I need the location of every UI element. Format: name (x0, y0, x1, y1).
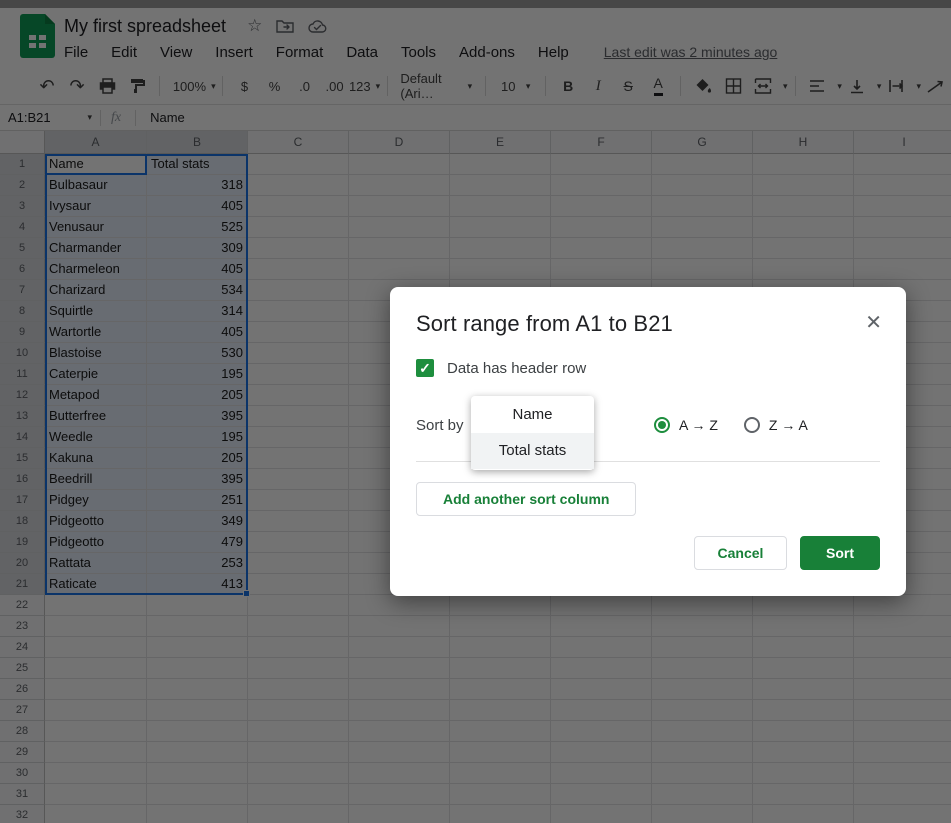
dialog-title: Sort range from A1 to B21 (416, 311, 673, 337)
dropdown-option-total-stats[interactable]: Total stats (471, 433, 594, 469)
radio-z-to-a[interactable] (744, 417, 760, 433)
close-icon[interactable]: ✕ (865, 313, 882, 333)
header-row-checkbox[interactable]: ✓ (416, 359, 434, 377)
sort-button[interactable]: Sort (800, 536, 880, 570)
radio-z-to-a-label: Z → A (769, 417, 808, 433)
cancel-button[interactable]: Cancel (694, 536, 787, 570)
dropdown-option-name[interactable]: Name (471, 397, 594, 433)
sort-column-dropdown: Name Total stats (471, 396, 594, 470)
radio-a-to-z[interactable] (654, 417, 670, 433)
radio-a-to-z-label: A → Z (679, 417, 718, 433)
add-sort-column-button[interactable]: Add another sort column (416, 482, 636, 516)
sort-range-dialog: Sort range from A1 to B21 ✕ ✓ Data has h… (390, 287, 906, 596)
sort-by-label: Sort by (416, 417, 472, 434)
header-row-checkbox-label: Data has header row (447, 360, 586, 377)
